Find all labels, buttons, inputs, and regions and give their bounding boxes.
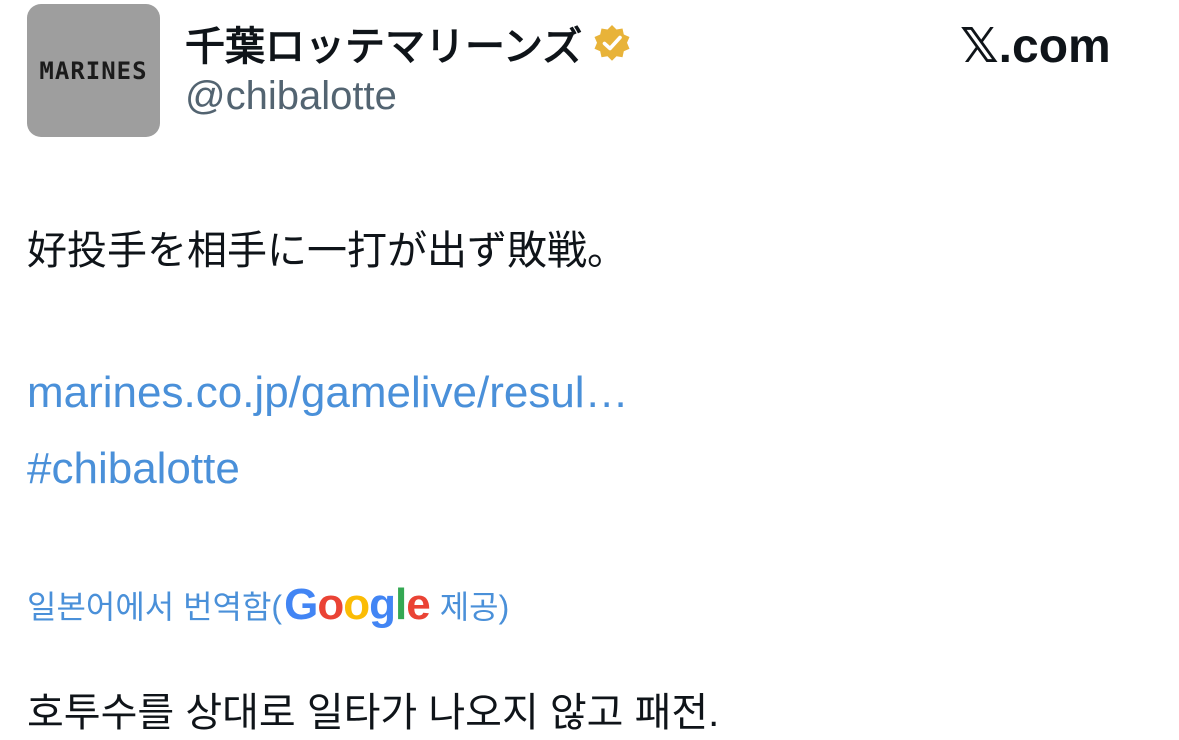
verified-badge-icon[interactable] (592, 23, 632, 63)
translated-tweet-text: 호투수를 상대로 일타가 나오지 않고 패전. (27, 691, 720, 735)
author-name-row: 千葉ロッテマリーンズ (185, 14, 632, 72)
avatar-logo-text: MARINES (39, 56, 148, 85)
google-letter: e (406, 580, 431, 629)
google-logo: Google (284, 580, 431, 630)
translated-prefix: 일본어에서 번역함( (27, 589, 283, 625)
translated-by-label[interactable]: 일본어에서 번역함( Google 제공) (27, 580, 509, 630)
tweet-link-url[interactable]: marines.co.jp/gamelive/resul… (27, 368, 629, 418)
display-name[interactable]: 千葉ロッテマリーンズ (185, 14, 582, 72)
google-letter: g (369, 580, 396, 629)
translated-suffix: 제공) (439, 589, 510, 625)
user-handle[interactable]: @chibalotte (185, 74, 397, 119)
google-letter: l (394, 580, 407, 629)
google-letter: o (343, 580, 370, 629)
x-com-brand: 𝕏.com (960, 20, 1111, 73)
tweet-text: 好投手を相手に一打が出ず敗戦。 (27, 229, 627, 273)
avatar[interactable]: MARINES (27, 4, 160, 137)
google-letter: G (284, 580, 318, 629)
tweet-hashtag-link[interactable]: #chibalotte (27, 444, 240, 494)
google-letter: o (317, 580, 344, 629)
